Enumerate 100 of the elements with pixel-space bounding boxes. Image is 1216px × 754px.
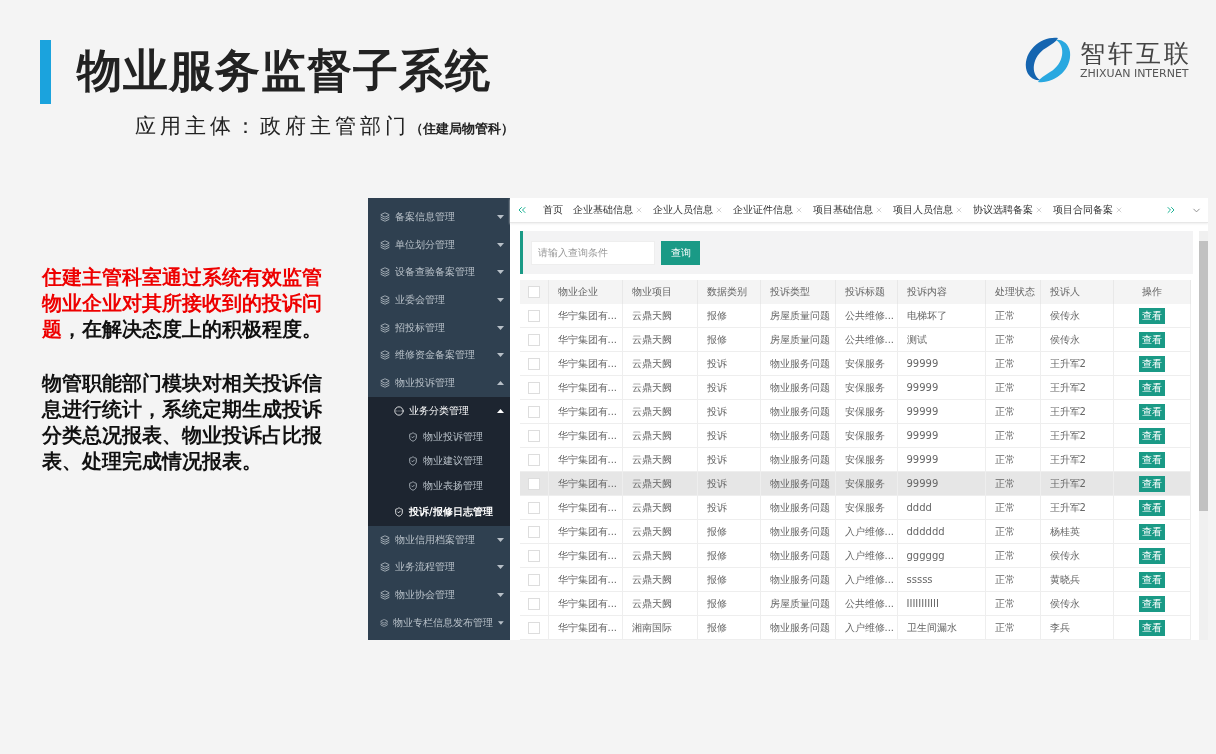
layers-icon: [380, 211, 390, 222]
close-icon[interactable]: [955, 206, 963, 214]
scroll-right-icon[interactable]: [1165, 204, 1177, 216]
table-cell: 99999: [897, 471, 985, 496]
row-checkbox[interactable]: [527, 309, 540, 322]
layers-icon: [380, 322, 390, 333]
tab[interactable]: 项目人员信息: [888, 198, 968, 222]
shield-check-icon: [408, 480, 418, 491]
caret-up-icon: [497, 408, 504, 413]
table-row[interactable]: 华宁集团有... 云鼎天阙 投诉 物业服务问题 安保服务 99999 正常 王升军2 查看: [520, 471, 1190, 496]
table-row[interactable]: 华宁集团有... 云鼎天阙 报修 物业服务问题 入户维修... sssss 正常 黄晓兵 查看: [520, 567, 1190, 592]
layers-icon: [380, 377, 390, 388]
row-checkbox[interactable]: [527, 549, 540, 562]
tab[interactable]: 企业人员信息: [648, 198, 728, 222]
view-button[interactable]: 查看: [1138, 403, 1165, 420]
table-cell: 侯传永: [1040, 304, 1113, 328]
table-row[interactable]: 华宁集团有... 云鼎天阙 报修 房屋质量问题 公共维修... IIIIIIIIIII 正常 侯传永 查看: [520, 591, 1190, 616]
caret-down-icon: [497, 565, 504, 570]
row-checkbox[interactable]: [527, 525, 540, 538]
view-button[interactable]: 查看: [1138, 619, 1165, 636]
shield-check-icon: [408, 456, 418, 467]
table-row[interactable]: 华宁集团有... 湘南国际 报修 物业服务问题 入户维修... 卫生间漏水 正常 李兵 查看: [520, 615, 1190, 640]
view-button[interactable]: 查看: [1138, 331, 1165, 348]
view-button[interactable]: 查看: [1138, 451, 1165, 468]
table-row[interactable]: 华宁集团有... 云鼎天阙 投诉 物业服务问题 安保服务 99999 正常 王升军2 查看: [520, 423, 1190, 448]
search-field[interactable]: 请输入查询条件: [531, 240, 655, 265]
table-row[interactable]: 华宁集团有... 云鼎天阙 投诉 物业服务问题 安保服务 99999 正常 王升军2 查看: [520, 447, 1190, 472]
caret-up-icon: [497, 380, 504, 385]
row-checkbox[interactable]: [527, 333, 540, 346]
row-checkbox[interactable]: [527, 621, 540, 634]
table-cell: 电梯坏了: [897, 304, 985, 328]
column-header: 投诉内容: [897, 280, 985, 304]
search-button[interactable]: 查询: [661, 240, 700, 265]
close-icon[interactable]: [795, 206, 803, 214]
title-accent-bar: [40, 40, 51, 104]
view-button[interactable]: 查看: [1138, 475, 1165, 492]
view-button[interactable]: 查看: [1138, 547, 1165, 564]
table-row[interactable]: 华宁集团有... 云鼎天阙 报修 物业服务问题 入户维修... gggggg 正常 侯传永 查看: [520, 543, 1190, 568]
column-header: 物业项目: [622, 280, 697, 304]
row-checkbox[interactable]: [527, 405, 540, 418]
row-checkbox[interactable]: [527, 501, 540, 514]
row-checkbox[interactable]: [527, 597, 540, 610]
caret-down-icon: [497, 325, 504, 330]
sidebar-subitem[interactable]: 投诉/报修日志管理: [368, 498, 510, 526]
row-checkbox[interactable]: [527, 381, 540, 394]
sidebar-subitem[interactable]: 业务分类管理: [368, 396, 510, 425]
close-icon[interactable]: [1035, 206, 1043, 214]
caret-down-icon: [497, 270, 504, 275]
scroll-left-icon[interactable]: [516, 204, 528, 216]
table-row[interactable]: 华宁集团有... 云鼎天阙 报修 房屋质量问题 公共维修... 测试 正常 侯传永 查看: [520, 327, 1190, 352]
view-button[interactable]: 查看: [1138, 307, 1165, 324]
caret-down-icon: [498, 620, 504, 625]
view-button[interactable]: 查看: [1138, 499, 1165, 516]
row-checkbox[interactable]: [527, 573, 540, 586]
view-button[interactable]: 查看: [1138, 571, 1165, 588]
description-paragraph: 物管职能部门模块对相关投诉信息进行统计，系统定期生成投诉分类总况报表、物业投诉占比报表、处理完成情况报表。: [42, 370, 323, 474]
view-button[interactable]: 查看: [1138, 595, 1165, 612]
close-icon[interactable]: [1115, 206, 1123, 214]
caret-down-icon: [497, 214, 504, 219]
table-cell: dddddd: [897, 519, 985, 544]
row-checkbox[interactable]: [527, 429, 540, 442]
sidebar-subitem[interactable]: 物业投诉管理: [368, 424, 510, 449]
select-all-checkbox[interactable]: [527, 286, 540, 298]
table-row[interactable]: 华宁集团有... 云鼎天阙 投诉 物业服务问题 安保服务 99999 正常 王升军2 查看: [520, 351, 1190, 376]
shield-check-icon: [408, 431, 418, 442]
sidebar-subitem[interactable]: 物业建议管理: [368, 449, 510, 474]
tab[interactable]: 项目合同备案: [1048, 198, 1128, 222]
view-button[interactable]: 查看: [1138, 523, 1165, 540]
tab[interactable]: 首页: [538, 198, 568, 222]
layers-icon: [380, 267, 390, 278]
column-header: 投诉人: [1040, 280, 1113, 304]
table-row[interactable]: 华宁集团有... 云鼎天阙 投诉 物业服务问题 安保服务 99999 正常 王升军2 查看: [520, 399, 1190, 424]
table-row[interactable]: 华宁集团有... 云鼎天阙 投诉 物业服务问题 安保服务 dddd 正常 王升军2 查看: [520, 495, 1190, 520]
table-row[interactable]: 华宁集团有... 云鼎天阙 报修 物业服务问题 入户维修... dddddd 正常 杨桂英 查看: [520, 519, 1190, 544]
table-cell: dddd: [897, 495, 985, 520]
close-icon[interactable]: [875, 206, 883, 214]
close-icon[interactable]: [715, 206, 723, 214]
view-button[interactable]: 查看: [1138, 427, 1165, 444]
view-button[interactable]: 查看: [1138, 355, 1165, 372]
table-cell: IIIIIIIIIII: [897, 591, 985, 616]
tab[interactable]: 企业基础信息: [568, 198, 648, 222]
layers-icon: [380, 534, 390, 545]
layers-icon: [380, 589, 390, 600]
table-row[interactable]: 华宁集团有... 云鼎天阙 报修 房屋质量问题 公共维修... 电梯坏了 正常 侯传永 查看: [520, 304, 1190, 328]
view-button[interactable]: 查看: [1138, 379, 1165, 396]
tab[interactable]: 企业证件信息: [728, 198, 808, 222]
table-row[interactable]: 华宁集团有... 云鼎天阙 投诉 物业服务问题 安保服务 99999 正常 王升军2 查看: [520, 375, 1190, 400]
sidebar-subitem[interactable]: 物业表扬管理: [368, 473, 510, 498]
table-cell: 云鼎天阙: [622, 304, 697, 328]
close-icon[interactable]: [635, 206, 643, 214]
scrollbar[interactable]: [1199, 231, 1208, 640]
tab[interactable]: 协议选聘备案: [968, 198, 1048, 222]
column-header: 物业企业: [548, 280, 622, 304]
layers-icon: [380, 350, 390, 361]
row-checkbox[interactable]: [527, 477, 540, 490]
row-checkbox[interactable]: [527, 357, 540, 370]
tab[interactable]: 项目基础信息: [808, 198, 888, 222]
row-checkbox[interactable]: [527, 453, 540, 466]
table-cell: 99999: [897, 447, 985, 472]
caret-down-icon: [497, 537, 504, 542]
